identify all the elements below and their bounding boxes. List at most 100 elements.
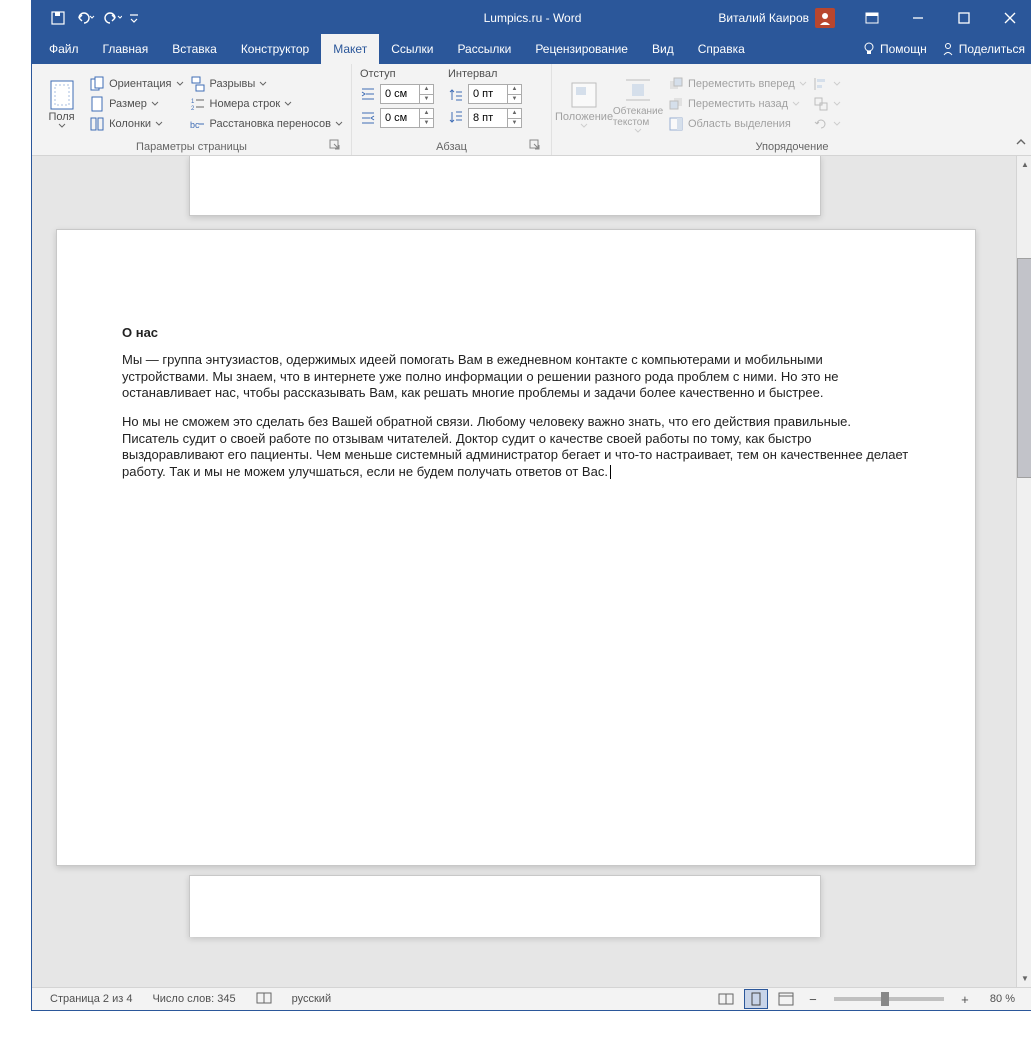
group-paragraph: Отступ 0 см▲▼ 0 см▲▼ Интервал 0 пт▲▼ — [352, 64, 552, 155]
margins-icon — [48, 79, 76, 111]
book-icon — [256, 991, 272, 1005]
breaks-icon — [190, 76, 206, 92]
title-bar: Lumpics.ru - Word Виталий Каиров — [32, 1, 1031, 34]
close-button[interactable] — [987, 1, 1031, 34]
bring-forward-icon — [668, 76, 684, 92]
send-backward-button: Переместить назад — [668, 96, 807, 112]
tab-view[interactable]: Вид — [640, 34, 686, 64]
ribbon: Поля Ориентация Размер Колонки Разрывы 1… — [32, 64, 1031, 156]
tab-design[interactable]: Конструктор — [229, 34, 321, 64]
bring-forward-button: Переместить вперед — [668, 76, 807, 92]
svg-text:1: 1 — [191, 99, 195, 105]
print-layout-button[interactable] — [744, 989, 768, 1009]
position-icon — [568, 79, 600, 111]
indent-right-input[interactable]: 0 см▲▼ — [380, 108, 434, 128]
hyphenation-button[interactable]: bcРасстановка переносов — [190, 116, 343, 132]
align-icon — [813, 76, 829, 92]
read-mode-icon — [718, 992, 734, 1006]
columns-icon — [89, 116, 105, 132]
line-numbers-button[interactable]: 12Номера строк — [190, 96, 343, 112]
zoom-level[interactable]: 80 % — [980, 993, 1025, 1005]
size-button[interactable]: Размер — [89, 96, 183, 112]
save-icon[interactable] — [50, 10, 66, 26]
document-paragraph: Мы — группа энтузиастов, одержимых идеей… — [122, 352, 910, 402]
user-name: Виталий Каиров — [718, 11, 809, 25]
spell-check-button[interactable] — [246, 991, 282, 1008]
tab-references[interactable]: Ссылки — [379, 34, 445, 64]
web-layout-button[interactable] — [774, 989, 798, 1009]
group-icon — [813, 96, 829, 112]
tab-home[interactable]: Главная — [91, 34, 161, 64]
paragraph-launcher[interactable] — [529, 139, 541, 151]
tab-mailings[interactable]: Рассылки — [445, 34, 523, 64]
zoom-slider[interactable] — [834, 997, 944, 1001]
window-title: Lumpics.ru - Word — [484, 11, 582, 25]
scrollbar-thumb[interactable] — [1017, 258, 1031, 478]
share-icon — [941, 42, 955, 56]
tab-review[interactable]: Рецензирование — [523, 34, 640, 64]
space-after-icon — [448, 110, 464, 126]
rotate-button — [813, 116, 837, 132]
zoom-in-button[interactable]: + — [956, 992, 974, 1007]
tab-layout[interactable]: Макет — [321, 34, 379, 64]
maximize-button[interactable] — [941, 1, 987, 34]
web-layout-icon — [778, 992, 794, 1006]
send-backward-icon — [668, 96, 684, 112]
columns-button[interactable]: Колонки — [89, 116, 183, 132]
indent-left-icon — [360, 86, 376, 102]
group-objects-button — [813, 96, 837, 112]
scroll-up-button[interactable]: ▲ — [1017, 156, 1031, 173]
chevron-down-icon — [58, 123, 66, 128]
selection-pane-icon — [668, 116, 684, 132]
tab-file[interactable]: Файл — [37, 34, 91, 64]
group-page-setup: Поля Ориентация Размер Колонки Разрывы 1… — [32, 64, 352, 155]
document-heading: О нас — [122, 325, 910, 340]
position-button: Положение — [560, 68, 608, 139]
tab-insert[interactable]: Вставка — [160, 34, 229, 64]
zoom-out-button[interactable]: − — [804, 992, 822, 1007]
tab-help[interactable]: Справка — [686, 34, 757, 64]
minimize-button[interactable] — [895, 1, 941, 34]
ribbon-display-button[interactable] — [849, 1, 895, 34]
space-before-input[interactable]: 0 пт▲▼ — [468, 84, 522, 104]
lightbulb-icon — [862, 42, 876, 56]
margins-button[interactable]: Поля — [40, 68, 83, 139]
share-button[interactable]: Поделиться — [941, 42, 1025, 56]
word-count[interactable]: Число слов: 345 — [142, 993, 245, 1005]
orientation-icon — [89, 76, 105, 92]
page-size-icon — [89, 96, 105, 112]
indent-right-icon — [360, 110, 376, 126]
word-window: Lumpics.ru - Word Виталий Каиров — [31, 0, 1031, 1011]
status-bar: Страница 2 из 4 Число слов: 345 русский … — [32, 987, 1031, 1010]
breaks-button[interactable]: Разрывы — [190, 76, 343, 92]
scroll-down-button[interactable]: ▼ — [1017, 970, 1031, 987]
collapse-ribbon-button[interactable] — [1015, 136, 1027, 151]
page-next[interactable] — [189, 875, 821, 937]
tell-me-button[interactable]: Помощн — [862, 42, 927, 56]
undo-icon[interactable] — [76, 10, 92, 26]
group-arrange: Положение Обтекание текстом Переместить … — [552, 64, 1031, 155]
text-cursor — [610, 465, 611, 479]
ribbon-tabs: Файл Главная Вставка Конструктор Макет С… — [32, 34, 1031, 64]
vertical-scrollbar[interactable]: ▲ ▼ — [1016, 156, 1031, 987]
page-previous[interactable] — [189, 156, 821, 216]
user-account[interactable]: Виталий Каиров — [718, 8, 849, 28]
zoom-slider-thumb[interactable] — [881, 992, 889, 1006]
document-area: О нас Мы — группа энтузиастов, одержимых… — [32, 156, 1031, 987]
language-indicator[interactable]: русский — [282, 993, 341, 1005]
page-indicator[interactable]: Страница 2 из 4 — [40, 993, 142, 1005]
page-setup-launcher[interactable] — [329, 139, 341, 151]
page-current[interactable]: О нас Мы — группа энтузиастов, одержимых… — [56, 229, 976, 866]
read-mode-button[interactable] — [714, 989, 738, 1009]
orientation-button[interactable]: Ориентация — [89, 76, 183, 92]
line-numbers-icon: 12 — [190, 96, 206, 112]
user-avatar-icon — [815, 8, 835, 28]
qat-customize-icon[interactable] — [128, 10, 144, 26]
print-layout-icon — [748, 992, 764, 1006]
space-after-input[interactable]: 8 пт▲▼ — [468, 108, 522, 128]
hyphenation-icon: bc — [190, 116, 206, 132]
redo-icon[interactable] — [102, 10, 118, 26]
wrap-text-button: Обтекание текстом — [614, 68, 662, 139]
indent-left-input[interactable]: 0 см▲▼ — [380, 84, 434, 104]
selection-pane-button[interactable]: Область выделения — [668, 116, 807, 132]
